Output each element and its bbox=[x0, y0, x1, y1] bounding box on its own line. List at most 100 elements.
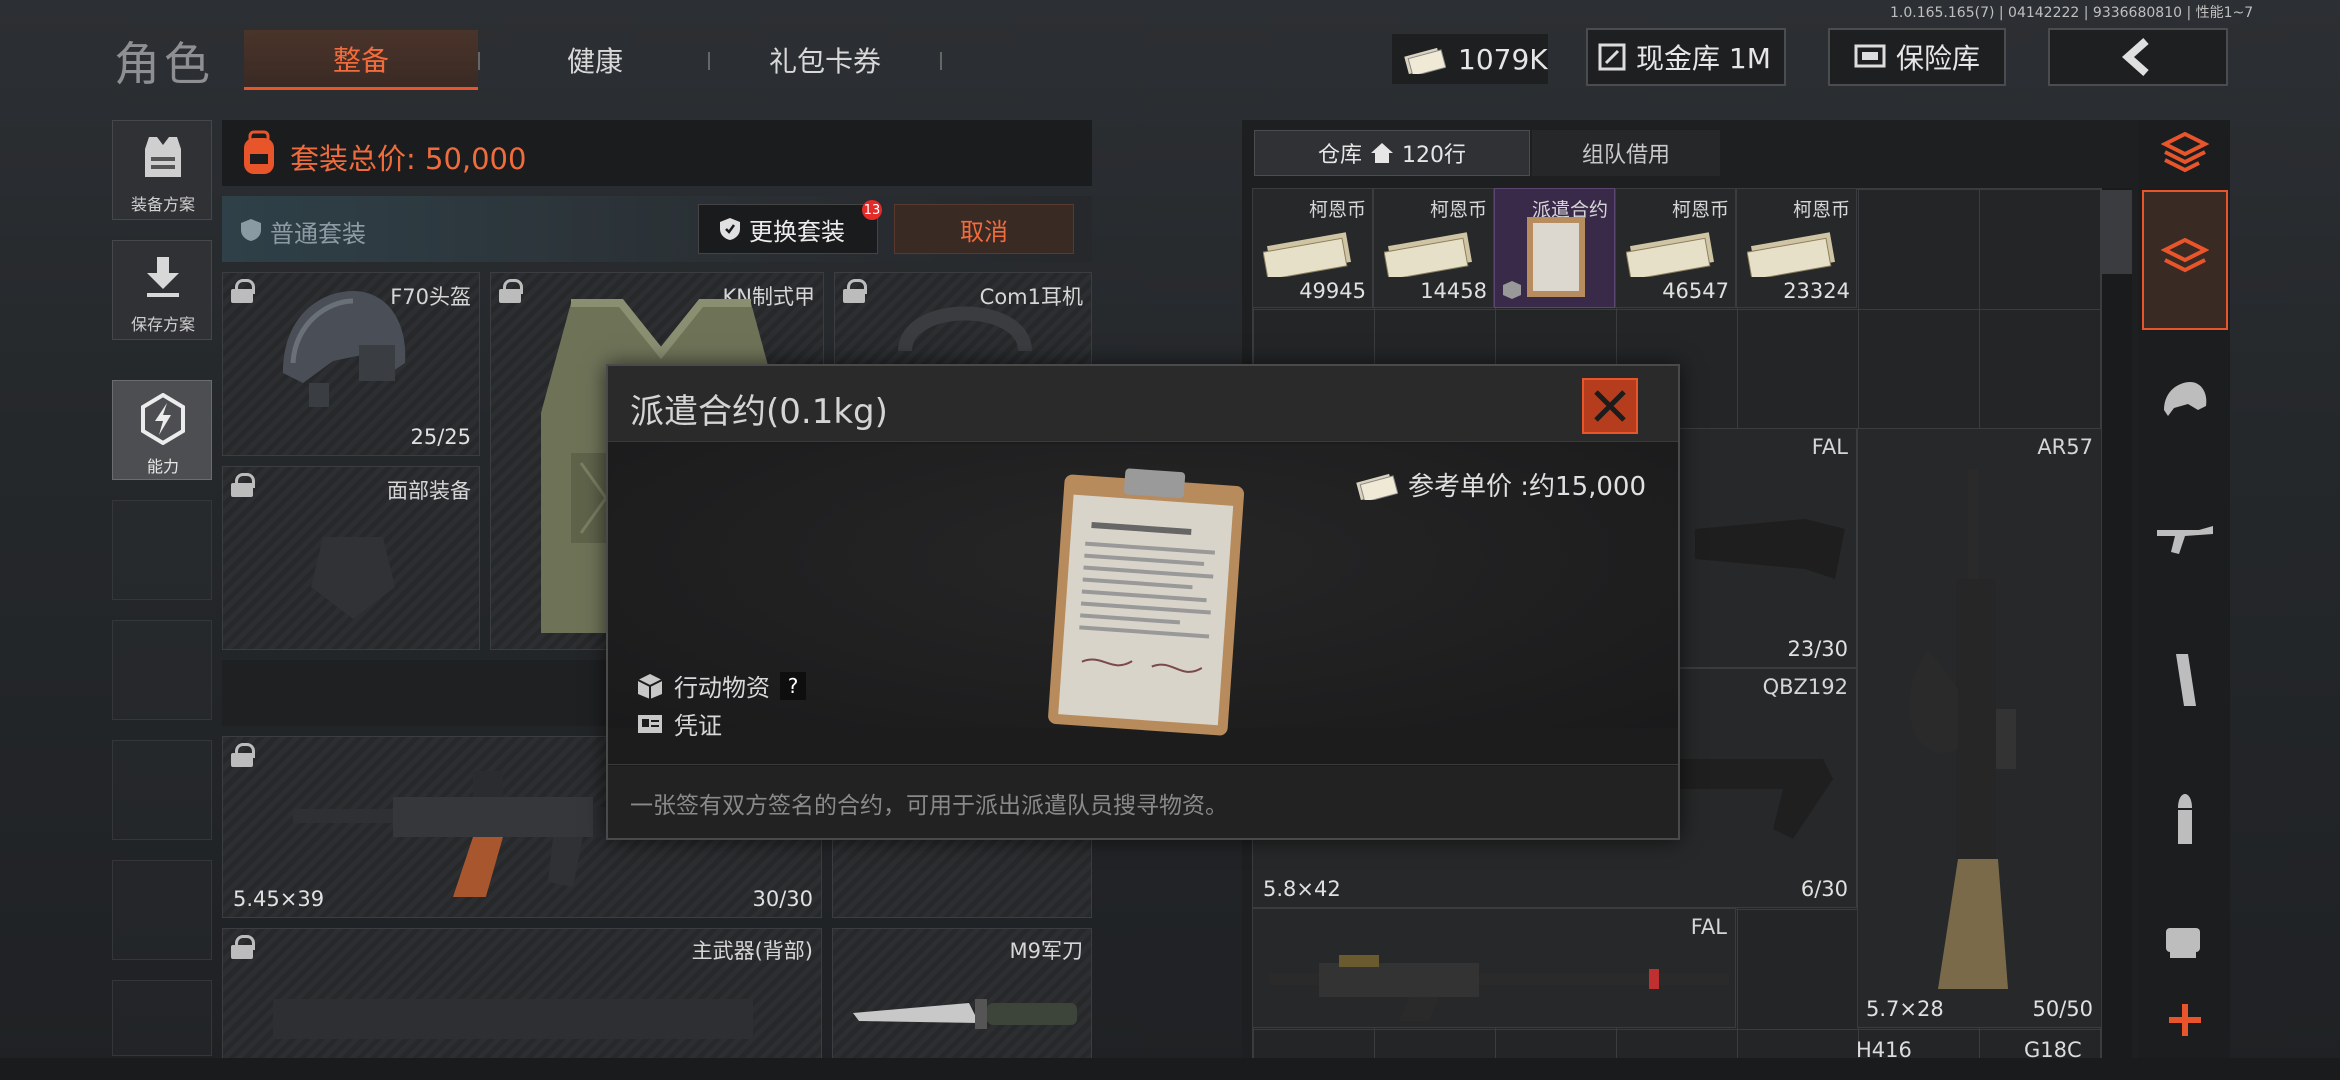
back-weapon-name: 主武器(背部) bbox=[691, 939, 813, 963]
bottom-bar bbox=[0, 1058, 2340, 1080]
empty-menu-slot bbox=[112, 860, 212, 960]
sort-stack-icon bbox=[2161, 132, 2209, 173]
modal-close-button[interactable] bbox=[1582, 378, 1638, 434]
rifle-placeholder-icon bbox=[273, 999, 753, 1039]
close-icon bbox=[1594, 390, 1626, 422]
tag-supply-label: 行动物资 bbox=[674, 674, 770, 702]
tab-gift[interactable]: 礼包卡券 bbox=[720, 30, 930, 90]
weapon-ammo: 6/30 bbox=[1800, 877, 1848, 901]
ability-button[interactable]: 能力 bbox=[112, 380, 212, 480]
vault-icon bbox=[1598, 43, 1626, 71]
stash-item-coin[interactable]: 柯恩币 46547 bbox=[1615, 188, 1736, 308]
category-all[interactable] bbox=[2142, 190, 2228, 330]
face-slot[interactable]: 面部装备 bbox=[222, 466, 480, 650]
ability-icon bbox=[141, 393, 185, 445]
sight-icon bbox=[2166, 928, 2200, 958]
modal-title: 派遣合约(0.1kg) bbox=[630, 392, 888, 432]
game-screen: 1.0.165.165(7) | 04142222 | 9336680810 |… bbox=[0, 0, 2340, 1080]
save-plan-label: 保存方案 bbox=[130, 315, 195, 334]
vest-icon bbox=[145, 137, 181, 177]
weapon-name: QBZ192 bbox=[1762, 675, 1848, 699]
empty-menu-slot bbox=[112, 980, 212, 1056]
stash-weapon-fal[interactable]: FAL bbox=[1252, 908, 1736, 1028]
save-plan-button[interactable]: 保存方案 bbox=[112, 240, 212, 340]
primary-ammo: 30/30 bbox=[752, 887, 813, 911]
category-weapon[interactable] bbox=[2142, 470, 2228, 610]
face-slot-name: 面部装备 bbox=[387, 479, 471, 503]
loadout-total-value: 套装总价: 50,000 bbox=[290, 142, 527, 176]
ar57-rifle-image bbox=[1909, 469, 2016, 989]
coin-bundle-icon bbox=[1626, 232, 1714, 277]
stash-weapon-ar57[interactable]: AR57 5.7×28 50/50 bbox=[1857, 428, 2102, 1028]
coin-bundle-icon bbox=[1384, 232, 1472, 277]
weapon-caliber: 5.8×42 bbox=[1263, 877, 1341, 901]
tab-health[interactable]: 健康 bbox=[500, 30, 690, 90]
weapon-ammo: 23/30 bbox=[1787, 637, 1848, 661]
scrollbar-thumb[interactable] bbox=[2102, 190, 2132, 274]
qbz-stock-image bbox=[1653, 759, 1833, 839]
empty-menu-slot bbox=[112, 620, 212, 720]
add-category-button[interactable] bbox=[2142, 990, 2228, 1050]
tag-supply: 行动物资 ? bbox=[636, 668, 806, 703]
category-magazine[interactable] bbox=[2142, 610, 2228, 750]
tab-storage[interactable]: 仓库 120行 bbox=[1254, 130, 1530, 176]
item-description: 一张签有双方签名的合约，可用于派出派遣队员搜寻物资。 bbox=[630, 793, 1228, 819]
cash-vault-label: 现金库 1M bbox=[1636, 42, 1771, 75]
safe-icon bbox=[1854, 44, 1886, 68]
stash-item-coin[interactable]: 柯恩币 23324 bbox=[1736, 188, 1857, 308]
back-arrow-icon bbox=[2121, 38, 2149, 76]
modal-divider bbox=[608, 764, 1678, 765]
sort-button[interactable] bbox=[2142, 122, 2228, 186]
help-button[interactable]: ? bbox=[780, 671, 806, 700]
loadout-plan-button[interactable]: 装备方案 bbox=[112, 120, 212, 220]
loadout-total-bar: 套装总价: 50,000 bbox=[222, 120, 1092, 186]
tab-equip[interactable]: 整备 bbox=[244, 30, 478, 90]
knife-image bbox=[853, 999, 1077, 1029]
reference-price-label: 参考单价 :约15,000 bbox=[1408, 472, 1646, 502]
page-title: 角色 bbox=[114, 37, 214, 91]
fal-stock-image bbox=[1695, 519, 1845, 579]
category-ammo[interactable] bbox=[2142, 750, 2228, 890]
stash-scrollbar[interactable] bbox=[2102, 188, 2132, 1080]
coin-bundle-icon bbox=[1263, 232, 1351, 277]
tab-team-borrow[interactable]: 组队借用 bbox=[1532, 130, 1720, 176]
category-helmet[interactable] bbox=[2142, 330, 2228, 470]
knife-name: M9军刀 bbox=[1009, 939, 1083, 963]
download-icon bbox=[147, 257, 179, 297]
back-button[interactable] bbox=[2048, 28, 2228, 86]
contract-icon bbox=[1527, 217, 1585, 297]
contract-image bbox=[1048, 468, 1245, 736]
weapon-caliber: 5.7×28 bbox=[1866, 997, 1944, 1021]
cash-vault-button[interactable]: 现金库 1M bbox=[1586, 28, 1786, 86]
money-icon bbox=[1404, 47, 1446, 74]
stash-item-contract[interactable]: 派遣合约 bbox=[1494, 188, 1615, 308]
item-name: 柯恩币 bbox=[1671, 199, 1729, 221]
backpack-icon bbox=[244, 130, 274, 174]
all-items-icon bbox=[2161, 238, 2209, 273]
weapon-name: FAL bbox=[1690, 915, 1727, 939]
weapon-name: FAL bbox=[1811, 435, 1848, 459]
helmet-slot[interactable]: F70头盔 25/25 bbox=[222, 272, 480, 456]
home-icon bbox=[1371, 143, 1393, 163]
item-name: 柯恩币 bbox=[1792, 199, 1850, 221]
category-attachment[interactable] bbox=[2142, 890, 2228, 990]
notification-badge: 13 bbox=[862, 200, 882, 220]
headset-image bbox=[898, 306, 1032, 351]
weapon-ammo: 50/50 bbox=[2032, 997, 2093, 1021]
stash-item-coin[interactable]: 柯恩币 14458 bbox=[1373, 188, 1494, 308]
item-count: 46547 bbox=[1662, 279, 1729, 303]
ability-label: 能力 bbox=[146, 457, 179, 476]
tag-voucher-label: 凭证 bbox=[674, 712, 722, 740]
loadout-plan-label: 装备方案 bbox=[130, 195, 195, 214]
tag-voucher: 凭证 bbox=[636, 706, 722, 741]
helmet-durability: 25/25 bbox=[410, 425, 471, 449]
item-count: 23324 bbox=[1783, 279, 1850, 303]
money-icon bbox=[1356, 473, 1398, 500]
plus-icon bbox=[2169, 1004, 2201, 1036]
stash-item-coin[interactable]: 柯恩币 49945 bbox=[1252, 188, 1373, 308]
rifle-icon bbox=[2157, 526, 2213, 554]
insurance-vault-button[interactable]: 保险库 bbox=[1828, 28, 2006, 86]
cancel-button[interactable]: 取消 bbox=[894, 204, 1074, 254]
lock-icon bbox=[843, 279, 867, 303]
change-preset-button[interactable]: 更换套装 bbox=[698, 204, 878, 254]
